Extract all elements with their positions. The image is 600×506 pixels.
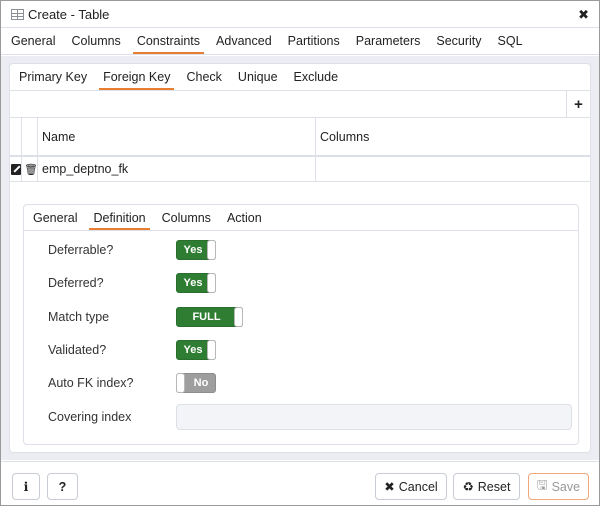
match-type-toggle[interactable]: FULL bbox=[176, 307, 243, 327]
edit-cell[interactable] bbox=[10, 157, 22, 181]
detail-tab-general[interactable]: General bbox=[25, 205, 85, 230]
header-delete-cell bbox=[22, 118, 38, 155]
tab-parameters[interactable]: Parameters bbox=[348, 28, 429, 54]
table-icon bbox=[11, 8, 24, 20]
delete-cell[interactable]: 🗑 bbox=[22, 157, 38, 181]
deferred-row: Deferred? Yes bbox=[24, 272, 578, 294]
detail-tabs: General Definition Columns Action bbox=[24, 205, 578, 231]
dialog-title: Create - Table bbox=[28, 6, 110, 22]
deferred-toggle[interactable]: Yes bbox=[176, 273, 216, 293]
tab-general[interactable]: General bbox=[3, 28, 63, 54]
detail-tab-columns[interactable]: Columns bbox=[154, 205, 219, 230]
validated-row: Validated? Yes bbox=[24, 339, 578, 361]
header-columns: Columns bbox=[320, 129, 370, 144]
save-icon: 🖫 bbox=[536, 478, 548, 492]
main-tabs: General Columns Constraints Advanced Par… bbox=[1, 28, 599, 55]
edit-icon[interactable] bbox=[11, 163, 21, 175]
tab-security[interactable]: Security bbox=[428, 28, 489, 54]
deferred-label: Deferred? bbox=[48, 276, 104, 290]
tab-partitions[interactable]: Partitions bbox=[280, 28, 348, 54]
add-row-button[interactable]: + bbox=[566, 91, 590, 117]
close-icon[interactable]: ✖ bbox=[578, 7, 589, 23]
tab-advanced[interactable]: Advanced bbox=[208, 28, 280, 54]
auto-fk-index-toggle[interactable]: No bbox=[176, 373, 216, 393]
tab-columns[interactable]: Columns bbox=[63, 28, 128, 54]
row-name[interactable]: emp_deptno_fk bbox=[38, 157, 316, 181]
tab-exclude[interactable]: Exclude bbox=[286, 64, 346, 90]
tab-sql[interactable]: SQL bbox=[490, 28, 531, 54]
constraint-tabs: Primary Key Foreign Key Check Unique Exc… bbox=[10, 64, 590, 91]
save-label: Save bbox=[551, 479, 581, 494]
table-row[interactable]: 🗑 emp_deptno_fk bbox=[10, 157, 590, 182]
validated-toggle[interactable]: Yes bbox=[176, 340, 216, 360]
row-columns[interactable] bbox=[316, 157, 590, 181]
info-button[interactable]: i bbox=[12, 473, 40, 500]
dialog-footer: i ? ✖ Cancel ♻ Reset 🖫 Save bbox=[1, 461, 599, 505]
recycle-icon: ♻ bbox=[462, 480, 474, 494]
cancel-label: Cancel bbox=[398, 479, 438, 494]
grid-header: Name Columns bbox=[10, 118, 590, 157]
tab-foreign-key[interactable]: Foreign Key bbox=[95, 64, 178, 90]
tab-primary-key[interactable]: Primary Key bbox=[11, 64, 95, 90]
deferrable-toggle[interactable]: Yes bbox=[176, 240, 216, 260]
header-edit-cell bbox=[10, 118, 22, 155]
covering-index-input[interactable] bbox=[176, 404, 572, 430]
toggle-knob bbox=[207, 340, 216, 360]
auto-fk-index-row: Auto FK index? No bbox=[24, 372, 578, 394]
constraints-panel: Primary Key Foreign Key Check Unique Exc… bbox=[9, 63, 591, 453]
detail-tab-action[interactable]: Action bbox=[219, 205, 270, 230]
toggle-knob bbox=[207, 240, 216, 260]
validated-label: Validated? bbox=[48, 343, 107, 357]
reset-label: Reset bbox=[477, 479, 511, 494]
detail-tab-definition[interactable]: Definition bbox=[85, 205, 153, 230]
tab-content: Primary Key Foreign Key Check Unique Exc… bbox=[1, 56, 599, 460]
toggle-knob bbox=[176, 373, 185, 393]
covering-index-label: Covering index bbox=[48, 410, 132, 424]
auto-fk-index-label: Auto FK index? bbox=[48, 376, 134, 390]
tab-constraints[interactable]: Constraints bbox=[129, 28, 208, 54]
deferrable-label: Deferrable? bbox=[48, 243, 114, 257]
help-button[interactable]: ? bbox=[47, 473, 78, 500]
fk-detail-panel: General Definition Columns Action Deferr… bbox=[23, 204, 579, 445]
grid-toolbar: + bbox=[10, 91, 590, 118]
plus-icon: + bbox=[574, 95, 583, 113]
covering-index-row: Covering index bbox=[24, 404, 578, 430]
deferrable-row: Deferrable? Yes bbox=[24, 239, 578, 261]
toggle-knob bbox=[207, 273, 216, 293]
tab-check[interactable]: Check bbox=[178, 64, 229, 90]
toggle-knob bbox=[234, 307, 243, 327]
save-button[interactable]: 🖫 Save bbox=[528, 473, 589, 500]
dialog-titlebar[interactable]: Create - Table ✖ bbox=[1, 1, 599, 28]
close-icon: ✖ bbox=[384, 480, 395, 494]
tab-unique[interactable]: Unique bbox=[230, 64, 286, 90]
match-type-row: Match type FULL bbox=[24, 306, 578, 328]
create-table-dialog: Create - Table ✖ General Columns Constra… bbox=[0, 0, 600, 506]
reset-button[interactable]: ♻ Reset bbox=[453, 473, 520, 500]
header-name: Name bbox=[38, 118, 316, 155]
info-icon: i bbox=[23, 479, 29, 494]
trash-icon[interactable]: 🗑 bbox=[24, 163, 38, 176]
help-icon: ? bbox=[58, 479, 67, 494]
match-type-label: Match type bbox=[48, 310, 110, 324]
cancel-button[interactable]: ✖ Cancel bbox=[375, 473, 447, 500]
